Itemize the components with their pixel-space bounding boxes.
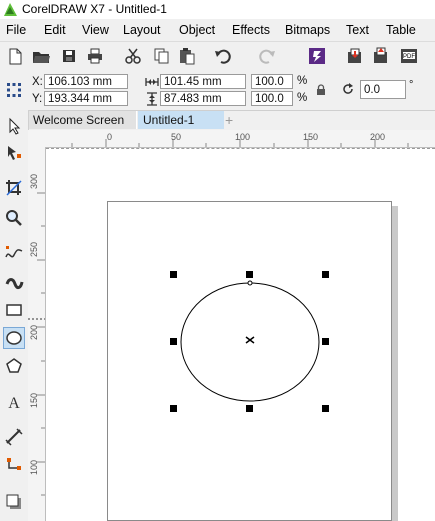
ellipse-tool-icon[interactable] xyxy=(4,328,24,348)
svg-text:PDF: PDF xyxy=(403,54,415,60)
coreldraw-logo-icon xyxy=(4,3,17,16)
width-icon xyxy=(145,78,159,86)
tab-untitled-1[interactable]: Untitled-1 xyxy=(138,111,224,129)
paste-icon[interactable] xyxy=(176,46,198,66)
v-ruler-label: 250 xyxy=(29,241,39,257)
text-tool-icon[interactable]: A xyxy=(4,392,24,412)
selected-ellipse[interactable] xyxy=(170,270,335,415)
menu-bitmaps[interactable]: Bitmaps xyxy=(285,23,330,37)
guideline-top xyxy=(46,148,435,150)
menu-edit[interactable]: Edit xyxy=(44,23,66,37)
menu-file[interactable]: File xyxy=(6,23,26,37)
selection-handle-l[interactable] xyxy=(170,338,177,345)
scale-height-field[interactable]: 100.0 xyxy=(251,91,293,106)
degree-label: ° xyxy=(409,79,414,91)
zoom-tool-icon[interactable] xyxy=(4,208,24,228)
polygon-tool-icon[interactable] xyxy=(4,356,24,376)
redo-icon xyxy=(259,49,275,64)
rotation-icon xyxy=(343,83,353,94)
add-tab-button[interactable]: + xyxy=(220,111,238,129)
corel-connect-icon[interactable] xyxy=(306,46,328,66)
copy-icon[interactable] xyxy=(150,46,172,66)
scale-width-field[interactable]: 100.0 xyxy=(251,74,293,89)
export-icon[interactable] xyxy=(370,46,392,66)
h-ruler-label: 200 xyxy=(370,132,386,142)
save-icon[interactable] xyxy=(58,46,80,66)
publish-pdf-icon[interactable]: PDF xyxy=(398,46,420,66)
freehand-tool-icon[interactable] xyxy=(4,243,24,263)
shape-tool-icon[interactable] xyxy=(4,142,24,162)
menu-bar: File Edit View Layout Object Effects Bit… xyxy=(0,19,435,42)
menu-effects[interactable]: Effects xyxy=(232,23,270,37)
menu-table[interactable]: Table xyxy=(386,23,416,37)
selection-handle-tr[interactable] xyxy=(322,271,329,278)
window-title: CorelDRAW X7 - Untitled-1 xyxy=(22,2,167,16)
center-x-icon xyxy=(245,336,255,344)
menu-layout[interactable]: Layout xyxy=(123,23,161,37)
tab-welcome-label: Welcome Screen xyxy=(33,113,125,127)
x-label: X: xyxy=(32,76,43,88)
percent-label: % xyxy=(297,92,308,104)
v-ruler-label: 300 xyxy=(29,173,39,189)
svg-text:A: A xyxy=(8,395,20,412)
v-ruler-label: 200 xyxy=(29,324,39,340)
v-ruler-label: 150 xyxy=(29,392,39,408)
undo-icon[interactable] xyxy=(212,46,234,66)
rotation-angle-field[interactable]: 0.0 xyxy=(360,80,406,99)
horizontal-ruler[interactable]: 0 50 100 150 200 xyxy=(28,130,435,148)
artistic-media-icon[interactable] xyxy=(4,272,24,292)
cut-icon[interactable] xyxy=(122,46,144,66)
height-icon xyxy=(147,92,157,106)
lock-ratio-icon[interactable] xyxy=(316,84,326,96)
selection-handle-r[interactable] xyxy=(322,338,329,345)
tab-welcome-screen[interactable]: Welcome Screen xyxy=(28,111,137,129)
standard-toolbar: PDF xyxy=(0,42,435,100)
v-ruler-label: 100 xyxy=(29,459,39,475)
y-position-field[interactable]: 193.344 mm xyxy=(44,91,128,106)
h-ruler-label: 150 xyxy=(303,132,319,142)
ellipse-node xyxy=(247,280,253,286)
tab-document-label: Untitled-1 xyxy=(143,113,195,127)
percent-label: % xyxy=(297,75,308,87)
rectangle-tool-icon[interactable] xyxy=(4,300,24,320)
menu-object[interactable]: Object xyxy=(179,23,215,37)
width-field[interactable]: 101.45 mm xyxy=(160,74,246,89)
print-icon[interactable] xyxy=(84,46,106,66)
connector-tool-icon[interactable] xyxy=(4,456,24,476)
y-label: Y: xyxy=(32,93,43,105)
x-position-field[interactable]: 106.103 mm xyxy=(44,74,128,89)
dimension-tool-icon[interactable] xyxy=(4,427,24,447)
h-ruler-label: 100 xyxy=(235,132,251,142)
height-field[interactable]: 87.483 mm xyxy=(160,91,246,106)
selection-handle-t[interactable] xyxy=(246,271,253,278)
h-ruler-label: 0 xyxy=(107,132,113,142)
menu-text[interactable]: Text xyxy=(346,23,369,37)
vertical-ruler[interactable]: 300 250 200 150 100 xyxy=(28,147,46,521)
new-icon[interactable] xyxy=(4,46,26,66)
toolbox: A xyxy=(0,110,29,521)
title-bar: CorelDRAW X7 - Untitled-1 xyxy=(0,0,435,19)
menu-view[interactable]: View xyxy=(82,23,109,37)
property-bar: X: 106.103 mm Y: 193.344 mm 101.45 mm 87… xyxy=(0,70,435,111)
drop-shadow-tool-icon[interactable] xyxy=(4,492,24,512)
document-tab-bar: Welcome Screen Untitled-1 + xyxy=(28,111,435,130)
import-icon[interactable] xyxy=(344,46,366,66)
reference-point-icon[interactable] xyxy=(6,82,22,98)
crop-tool-icon[interactable] xyxy=(4,178,24,198)
selection-handle-tl[interactable] xyxy=(170,271,177,278)
selection-handle-b[interactable] xyxy=(246,405,253,412)
open-icon[interactable] xyxy=(30,46,52,66)
selection-handle-br[interactable] xyxy=(322,405,329,412)
pick-tool-icon[interactable] xyxy=(4,116,24,136)
page-shadow xyxy=(392,206,398,521)
selection-handle-bl[interactable] xyxy=(170,405,177,412)
h-ruler-label: 50 xyxy=(171,132,182,142)
